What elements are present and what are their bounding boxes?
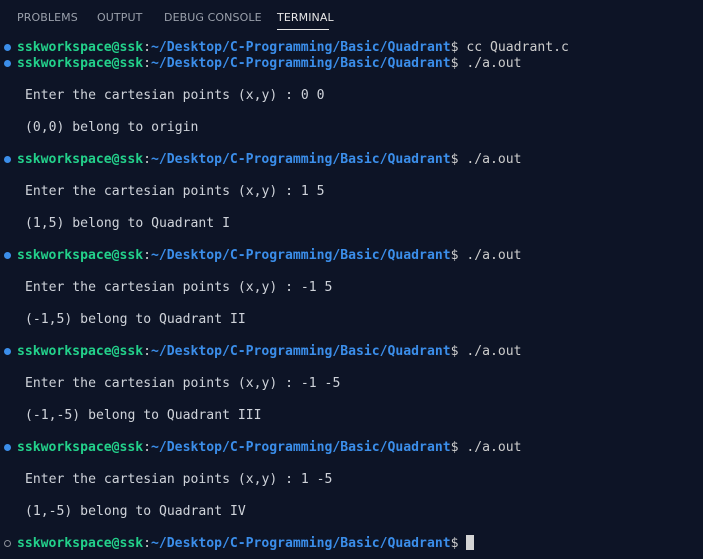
prompt-user-host: sskworkspace@ssk xyxy=(17,248,144,263)
prompt-path: ~/Desktop/C-Programming/Basic/Quadrant xyxy=(151,152,451,167)
prompt-path: ~/Desktop/C-Programming/Basic/Quadrant xyxy=(151,56,451,71)
command-success-icon[interactable] xyxy=(4,44,11,51)
terminal-cursor xyxy=(466,535,475,550)
command-success-icon[interactable] xyxy=(4,156,11,163)
output-line: Enter the cartesian points (x,y) : -1 5 xyxy=(25,280,333,295)
active-tab-indicator xyxy=(277,29,329,30)
output-line: (0,0) belong to origin xyxy=(25,120,199,135)
panel-tab-bar: PROBLEMS OUTPUT DEBUG CONSOLE TERMINAL xyxy=(0,0,703,34)
tab-terminal[interactable]: TERMINAL xyxy=(277,11,334,24)
prompt-path: ~/Desktop/C-Programming/Basic/Quadrant xyxy=(151,344,451,359)
prompt-user-host: sskworkspace@ssk xyxy=(17,40,144,55)
prompt-user-host: sskworkspace@ssk xyxy=(17,536,144,551)
terminal-output[interactable]: sskworkspace@ssk:~/Desktop/C-Programming… xyxy=(0,34,703,559)
output-line: (1,5) belong to Quadrant I xyxy=(25,216,230,231)
prompt-path: ~/Desktop/C-Programming/Basic/Quadrant xyxy=(151,536,451,551)
tab-debug-console[interactable]: DEBUG CONSOLE xyxy=(164,11,262,24)
prompt-path: ~/Desktop/C-Programming/Basic/Quadrant xyxy=(151,440,451,455)
prompt-user-host: sskworkspace@ssk xyxy=(17,56,144,71)
command-line: sskworkspace@ssk:~/Desktop/C-Programming… xyxy=(17,248,522,263)
command-text: ./a.out xyxy=(466,248,522,263)
command-text: ./a.out xyxy=(466,56,522,71)
prompt-user-host: sskworkspace@ssk xyxy=(17,344,144,359)
output-line: (1,-5) belong to Quadrant IV xyxy=(25,504,246,519)
command-text: ./a.out xyxy=(466,344,522,359)
command-text: ./a.out xyxy=(466,152,522,167)
current-prompt-line[interactable]: sskworkspace@ssk:~/Desktop/C-Programming… xyxy=(17,535,475,553)
command-success-icon[interactable] xyxy=(4,444,11,451)
command-text: cc Quadrant.c xyxy=(466,40,569,55)
command-line: sskworkspace@ssk:~/Desktop/C-Programming… xyxy=(17,56,522,71)
prompt-user-host: sskworkspace@ssk xyxy=(17,152,144,167)
command-success-icon[interactable] xyxy=(4,252,11,259)
prompt-path: ~/Desktop/C-Programming/Basic/Quadrant xyxy=(151,248,451,263)
command-text: ./a.out xyxy=(466,440,522,455)
output-line: Enter the cartesian points (x,y) : 0 0 xyxy=(25,88,325,103)
tab-problems[interactable]: PROBLEMS xyxy=(17,11,78,24)
command-pending-icon xyxy=(4,540,11,547)
command-line: sskworkspace@ssk:~/Desktop/C-Programming… xyxy=(17,152,522,167)
command-success-icon[interactable] xyxy=(4,348,11,355)
prompt-path: ~/Desktop/C-Programming/Basic/Quadrant xyxy=(151,40,451,55)
tab-output[interactable]: OUTPUT xyxy=(97,11,142,24)
output-line: (-1,5) belong to Quadrant II xyxy=(25,312,246,327)
command-line: sskworkspace@ssk:~/Desktop/C-Programming… xyxy=(17,440,522,455)
output-line: Enter the cartesian points (x,y) : -1 -5 xyxy=(25,376,341,391)
command-success-icon[interactable] xyxy=(4,60,11,67)
prompt-user-host: sskworkspace@ssk xyxy=(17,440,144,455)
output-line: Enter the cartesian points (x,y) : 1 -5 xyxy=(25,472,333,487)
command-line: sskworkspace@ssk:~/Desktop/C-Programming… xyxy=(17,344,522,359)
output-line: (-1,-5) belong to Quadrant III xyxy=(25,408,262,423)
output-line: Enter the cartesian points (x,y) : 1 5 xyxy=(25,184,325,199)
